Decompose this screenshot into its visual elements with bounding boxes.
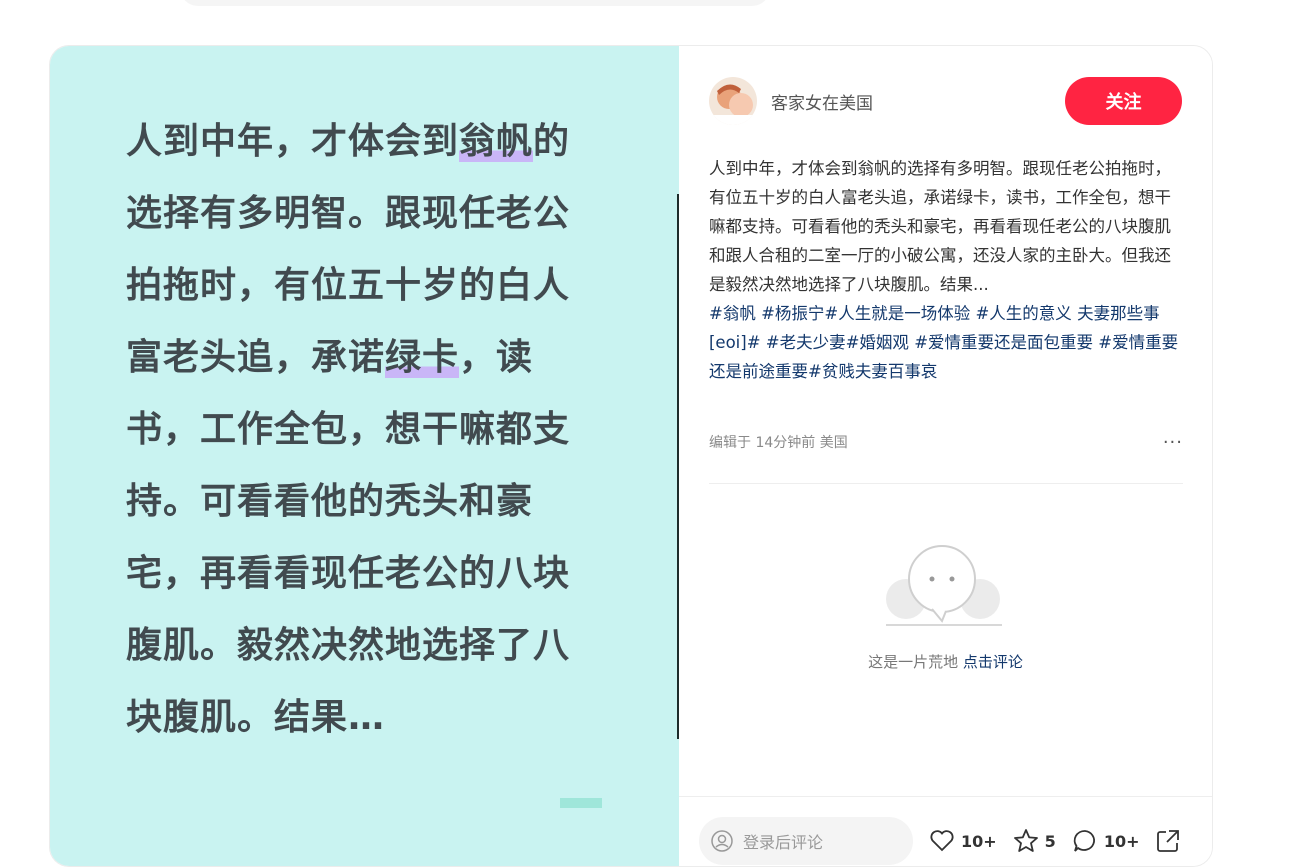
hashtag-link[interactable]: #老夫少妻 [766,333,846,352]
follow-button[interactable]: 关注 [1065,77,1182,125]
search-bar[interactable] [180,0,770,6]
note-image-text: 人到中年，才体会到翁帆的选择有多明智。跟现任老公拍拖时，有位五十岁的白人富老头追… [126,106,596,754]
click-to-comment-link[interactable]: 点击评论 [963,653,1023,671]
author-name[interactable]: 客家女在美国 [771,89,1065,114]
note-detail-card: 人到中年，才体会到翁帆的选择有多明智。跟现任老公拍拖时，有位五十岁的白人富老头追… [49,45,1213,867]
hashtag-link[interactable]: #婚姻观 [846,333,915,352]
hashtag-link[interactable]: #爱情重要还是面包重要 [914,333,1098,352]
heart-icon [930,830,954,852]
note-sidebar: 客家女在美国 关注 人到中年，才体会到翁帆的选择有多明智。跟现任老公拍拖时，有位… [679,46,1212,866]
image-text-segment: 人到中年，才体会到 [126,121,460,162]
engagement-bar: 登录后评论 10+ 5 10+ [699,817,1199,865]
note-image[interactable]: 人到中年，才体会到翁帆的选择有多明智。跟现任老公拍拖时，有位五十岁的白人富老头追… [50,46,679,866]
more-icon[interactable]: ··· [1163,432,1183,453]
author-row: 客家女在美国 关注 [709,76,1182,126]
author-avatar[interactable] [709,77,757,125]
share-icon [1157,830,1180,852]
empty-comments-icon [884,541,1004,631]
comment-count: 10+ [1103,831,1140,851]
post-tags: #翁帆 #杨振宁#人生就是一场体验 #人生的意义 夫妻那些事[eoi]# #老夫… [709,304,1178,381]
bottom-divider [679,796,1212,797]
comment-button[interactable]: 10+ [1072,828,1140,854]
user-icon [711,830,733,852]
hashtag-link[interactable]: #贫贱夫妻百事哀 [808,362,937,381]
hashtag-link[interactable]: #人生就是一场体验 [824,304,975,323]
post-date: 编辑于 14分钟前 美国 [709,435,848,451]
comment-bubble-icon [1073,830,1095,852]
divider [709,483,1183,484]
comment-input[interactable]: 登录后评论 [699,817,913,865]
share-button[interactable] [1155,828,1187,854]
image-mark [560,798,602,808]
star-icon [1013,829,1038,852]
post-body-text: 人到中年，才体会到翁帆的选择有多明智。跟现任老公拍拖时，有位五十岁的白人富老头追… [709,159,1171,294]
hashtag-link[interactable]: #翁帆 [709,304,761,323]
collect-button[interactable]: 5 [1013,828,1056,854]
collect-count: 5 [1044,831,1056,851]
like-count: 10+ [961,831,997,851]
comment-placeholder: 登录后评论 [743,833,824,852]
empty-comments-text: 这是一片荒地 点击评论 [679,651,1212,672]
image-text-segment: ，读书，工作全包，想干嘛都支持。可看看他的秃头和豪宅，再看看现任老公的八块腹肌。… [126,337,571,738]
post-meta: 编辑于 14分钟前 美国 ··· [709,430,1183,454]
like-button[interactable]: 10+ [929,829,997,853]
highlighted-text: 翁帆 [459,121,534,162]
post-content: 人到中年，才体会到翁帆的选择有多明智。跟现任老公拍拖时，有位五十岁的白人富老头追… [709,154,1179,386]
empty-comments-label: 这是一片荒地 [868,653,963,671]
hashtag-link[interactable]: #人生的意义 [975,304,1077,323]
hashtag-link[interactable]: #杨振宁 [761,304,824,323]
highlighted-text: 绿卡 [385,337,460,378]
